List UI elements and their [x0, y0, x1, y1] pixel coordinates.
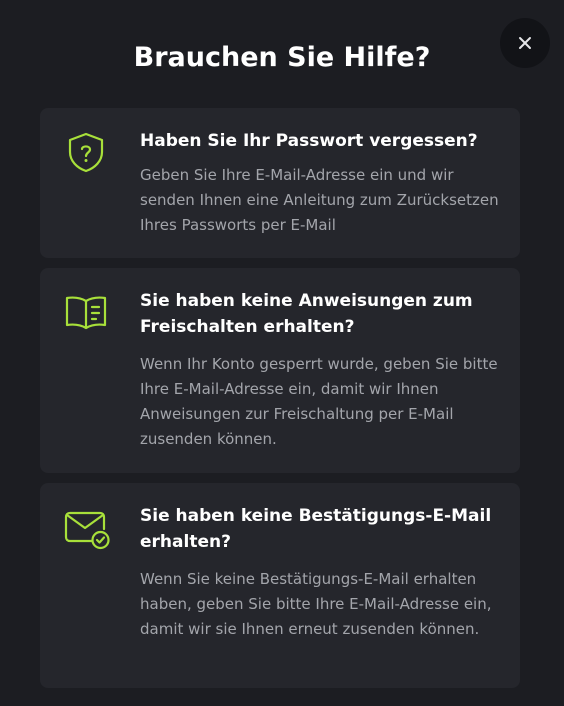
card-title: Sie haben keine Bestätigungs-E-Mail erha… [140, 506, 492, 552]
card-description: Wenn Ihr Konto gesperrt wurde, geben Sie… [140, 355, 498, 448]
card-description: Geben Sie Ihre E-Mail-Adresse ein und wi… [140, 166, 499, 234]
modal-title: Brauchen Sie Hilfe? [133, 42, 431, 73]
mail-check-icon [64, 511, 110, 550]
card-description: Wenn Sie keine Bestätigungs-E-Mail erhal… [140, 570, 492, 638]
unlock-instructions-option[interactable]: Sie haben keine Anweisungen zum Freischa… [40, 268, 520, 473]
forgot-password-option[interactable]: Haben Sie Ihr Passwort vergessen? Geben … [40, 108, 520, 258]
help-modal: Brauchen Sie Hilfe? Haben Sie Ihr Passwo… [0, 0, 564, 706]
confirmation-email-option[interactable]: Sie haben keine Bestätigungs-E-Mail erha… [40, 483, 520, 688]
shield-question-icon [68, 132, 104, 173]
book-icon [65, 296, 107, 330]
card-title: Haben Sie Ihr Passwort vergessen? [140, 131, 478, 151]
card-title: Sie haben keine Anweisungen zum Freischa… [140, 291, 473, 337]
